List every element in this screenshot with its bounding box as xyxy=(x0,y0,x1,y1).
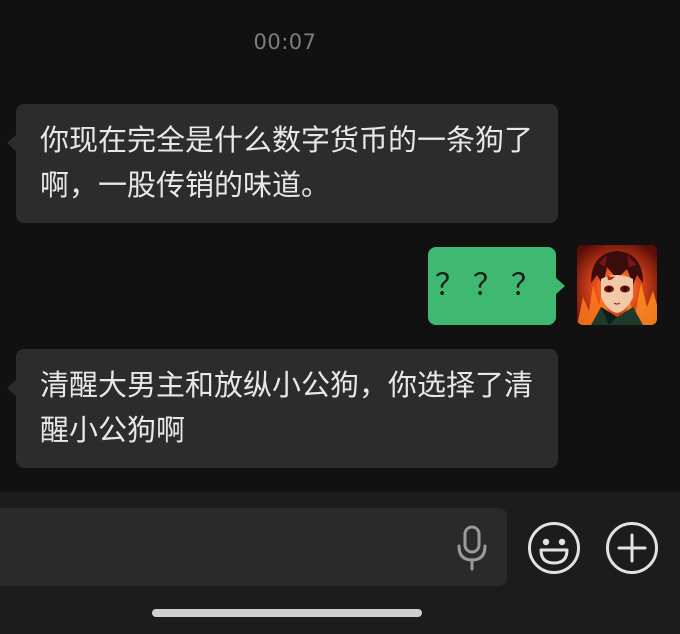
chat-screen: 00:07 你现在完全是什么数字货币的一条狗了啊，一股传销的味道。 ？？？ 清醒… xyxy=(0,0,680,634)
outgoing-message-bubble[interactable]: ？？？ xyxy=(428,247,565,325)
avatar-image xyxy=(577,245,657,325)
message-timestamp: 00:07 xyxy=(253,30,317,54)
microphone-icon[interactable] xyxy=(454,525,490,571)
plus-icon[interactable] xyxy=(605,521,659,575)
incoming-message-bubble[interactable]: 你现在完全是什么数字货币的一条狗了啊，一股传销的味道。 xyxy=(7,104,558,223)
incoming-message-bubble[interactable]: 清醒大男主和放纵小公狗，你选择了清醒小公狗啊 xyxy=(7,349,558,468)
emoji-icon[interactable] xyxy=(527,521,581,575)
home-indicator[interactable] xyxy=(152,609,422,617)
message-input[interactable] xyxy=(0,508,507,586)
avatar[interactable] xyxy=(577,245,657,325)
